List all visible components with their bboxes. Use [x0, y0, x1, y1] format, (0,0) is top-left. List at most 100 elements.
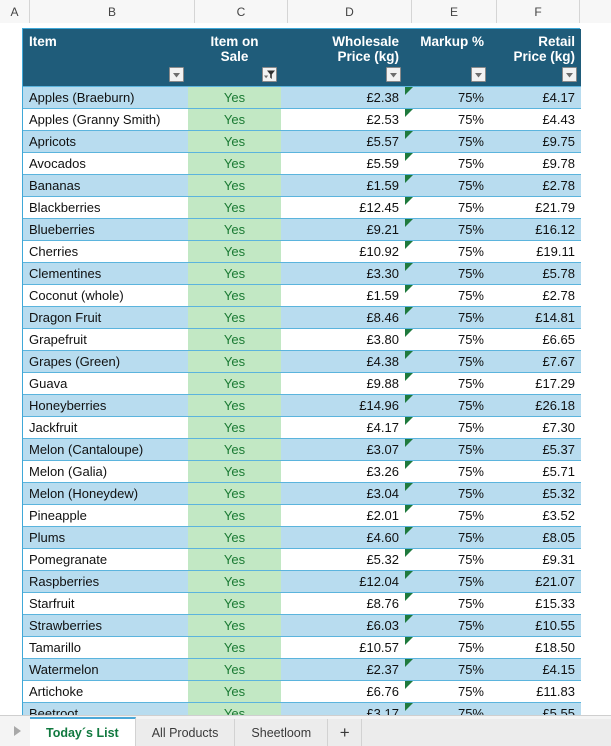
cell-wholesale-price[interactable]: £3.80 [281, 327, 405, 351]
table-row[interactable]: Beetroot Yes £3.17 75% £5.55 [23, 701, 581, 715]
table-row[interactable]: Starfruit Yes £8.76 75% £15.33 [23, 591, 581, 615]
sheet-tab-sheetloom[interactable]: Sheetloom [235, 719, 329, 746]
cell-markup-pct[interactable]: 75% [405, 547, 490, 571]
cell-item-on-sale[interactable]: Yes [188, 85, 281, 109]
cell-markup-pct[interactable]: 75% [405, 569, 490, 593]
cell-wholesale-price[interactable]: £4.38 [281, 349, 405, 373]
cell-item-on-sale[interactable]: Yes [188, 393, 281, 417]
cell-wholesale-price[interactable]: £1.59 [281, 173, 405, 197]
cell-markup-pct[interactable]: 75% [405, 261, 490, 285]
cell-markup-pct[interactable]: 75% [405, 217, 490, 241]
cell-item-on-sale[interactable]: Yes [188, 679, 281, 703]
table-row[interactable]: Clementines Yes £3.30 75% £5.78 [23, 261, 581, 285]
cell-retail-price[interactable]: £3.52 [490, 503, 581, 527]
cell-markup-pct[interactable]: 75% [405, 85, 490, 109]
cell-retail-price[interactable]: £7.30 [490, 415, 581, 439]
cell-item-on-sale[interactable]: Yes [188, 701, 281, 715]
cell-markup-pct[interactable]: 75% [405, 305, 490, 329]
cell-markup-pct[interactable]: 75% [405, 635, 490, 659]
add-sheet-button[interactable]: + [328, 719, 363, 746]
cell-wholesale-price[interactable]: £3.26 [281, 459, 405, 483]
cell-item-on-sale[interactable]: Yes [188, 173, 281, 197]
cell-item[interactable]: Melon (Cantaloupe) [23, 437, 188, 461]
cell-markup-pct[interactable]: 75% [405, 195, 490, 219]
cell-wholesale-price[interactable]: £14.96 [281, 393, 405, 417]
cell-markup-pct[interactable]: 75% [405, 151, 490, 175]
cell-retail-price[interactable]: £26.18 [490, 393, 581, 417]
cell-item[interactable]: Blueberries [23, 217, 188, 241]
table-row[interactable]: Avocados Yes £5.59 75% £9.78 [23, 151, 581, 175]
cell-markup-pct[interactable]: 75% [405, 613, 490, 637]
cell-wholesale-price[interactable]: £10.92 [281, 239, 405, 263]
cell-markup-pct[interactable]: 75% [405, 679, 490, 703]
filter-button-item[interactable] [169, 66, 184, 82]
cell-markup-pct[interactable]: 75% [405, 129, 490, 153]
table-row[interactable]: Tamarillo Yes £10.57 75% £18.50 [23, 635, 581, 659]
cell-retail-price[interactable]: £7.67 [490, 349, 581, 373]
cell-retail-price[interactable]: £10.55 [490, 613, 581, 637]
sheet-tab-today-s-list[interactable]: Today´s List [30, 717, 136, 746]
cell-markup-pct[interactable]: 75% [405, 327, 490, 351]
cell-wholesale-price[interactable]: £6.03 [281, 613, 405, 637]
cell-markup-pct[interactable]: 75% [405, 481, 490, 505]
cell-item[interactable]: Melon (Galia) [23, 459, 188, 483]
cell-item[interactable]: Beetroot [23, 701, 188, 715]
cell-markup-pct[interactable]: 75% [405, 283, 490, 307]
cell-item[interactable]: Avocados [23, 151, 188, 175]
cell-wholesale-price[interactable]: £10.57 [281, 635, 405, 659]
cell-retail-price[interactable]: £6.65 [490, 327, 581, 351]
cell-retail-price[interactable]: £5.37 [490, 437, 581, 461]
cell-item[interactable]: Apples (Braeburn) [23, 85, 188, 109]
cell-item[interactable]: Melon (Honeydew) [23, 481, 188, 505]
cell-wholesale-price[interactable]: £5.32 [281, 547, 405, 571]
cell-item-on-sale[interactable]: Yes [188, 107, 281, 131]
filter-button-item-on-sale[interactable] [262, 66, 277, 82]
cell-retail-price[interactable]: £21.07 [490, 569, 581, 593]
cell-item-on-sale[interactable]: Yes [188, 459, 281, 483]
cell-item-on-sale[interactable]: Yes [188, 415, 281, 439]
cell-wholesale-price[interactable]: £9.21 [281, 217, 405, 241]
cell-wholesale-price[interactable]: £1.59 [281, 283, 405, 307]
cell-markup-pct[interactable]: 75% [405, 393, 490, 417]
cell-retail-price[interactable]: £17.29 [490, 371, 581, 395]
cell-wholesale-price[interactable]: £2.53 [281, 107, 405, 131]
cell-retail-price[interactable]: £2.78 [490, 283, 581, 307]
cell-item[interactable]: Guava [23, 371, 188, 395]
cell-retail-price[interactable]: £4.15 [490, 657, 581, 681]
table-row[interactable]: Bananas Yes £1.59 75% £2.78 [23, 173, 581, 197]
cell-item-on-sale[interactable]: Yes [188, 261, 281, 285]
cell-markup-pct[interactable]: 75% [405, 591, 490, 615]
sheet-tab-all-products[interactable]: All Products [135, 719, 236, 746]
table-row[interactable]: Apples (Granny Smith) Yes £2.53 75% £4.43 [23, 107, 581, 131]
cell-item[interactable]: Dragon Fruit [23, 305, 188, 329]
cell-wholesale-price[interactable]: £4.60 [281, 525, 405, 549]
cell-retail-price[interactable]: £11.83 [490, 679, 581, 703]
cell-item[interactable]: Raspberries [23, 569, 188, 593]
cell-markup-pct[interactable]: 75% [405, 239, 490, 263]
cell-item-on-sale[interactable]: Yes [188, 327, 281, 351]
table-row[interactable]: Grapefruit Yes £3.80 75% £6.65 [23, 327, 581, 351]
cell-markup-pct[interactable]: 75% [405, 503, 490, 527]
cell-retail-price[interactable]: £18.50 [490, 635, 581, 659]
cell-wholesale-price[interactable]: £3.04 [281, 481, 405, 505]
cell-markup-pct[interactable]: 75% [405, 371, 490, 395]
cell-retail-price[interactable]: £9.31 [490, 547, 581, 571]
cell-item[interactable]: Apples (Granny Smith) [23, 107, 188, 131]
table-row[interactable]: Pineapple Yes £2.01 75% £3.52 [23, 503, 581, 527]
cell-item[interactable]: Bananas [23, 173, 188, 197]
cell-retail-price[interactable]: £21.79 [490, 195, 581, 219]
sheet-nav-next-button[interactable] [4, 716, 30, 746]
cell-item-on-sale[interactable]: Yes [188, 591, 281, 615]
cell-retail-price[interactable]: £9.75 [490, 129, 581, 153]
cell-markup-pct[interactable]: 75% [405, 657, 490, 681]
cell-item-on-sale[interactable]: Yes [188, 129, 281, 153]
cell-item-on-sale[interactable]: Yes [188, 371, 281, 395]
cell-wholesale-price[interactable]: £4.17 [281, 415, 405, 439]
column-letter-a[interactable]: A [0, 0, 30, 23]
cell-markup-pct[interactable]: 75% [405, 701, 490, 715]
cell-wholesale-price[interactable]: £8.76 [281, 591, 405, 615]
cell-retail-price[interactable]: £14.81 [490, 305, 581, 329]
cell-markup-pct[interactable]: 75% [405, 525, 490, 549]
column-letter-c[interactable]: C [195, 0, 288, 23]
cell-item[interactable]: Apricots [23, 129, 188, 153]
